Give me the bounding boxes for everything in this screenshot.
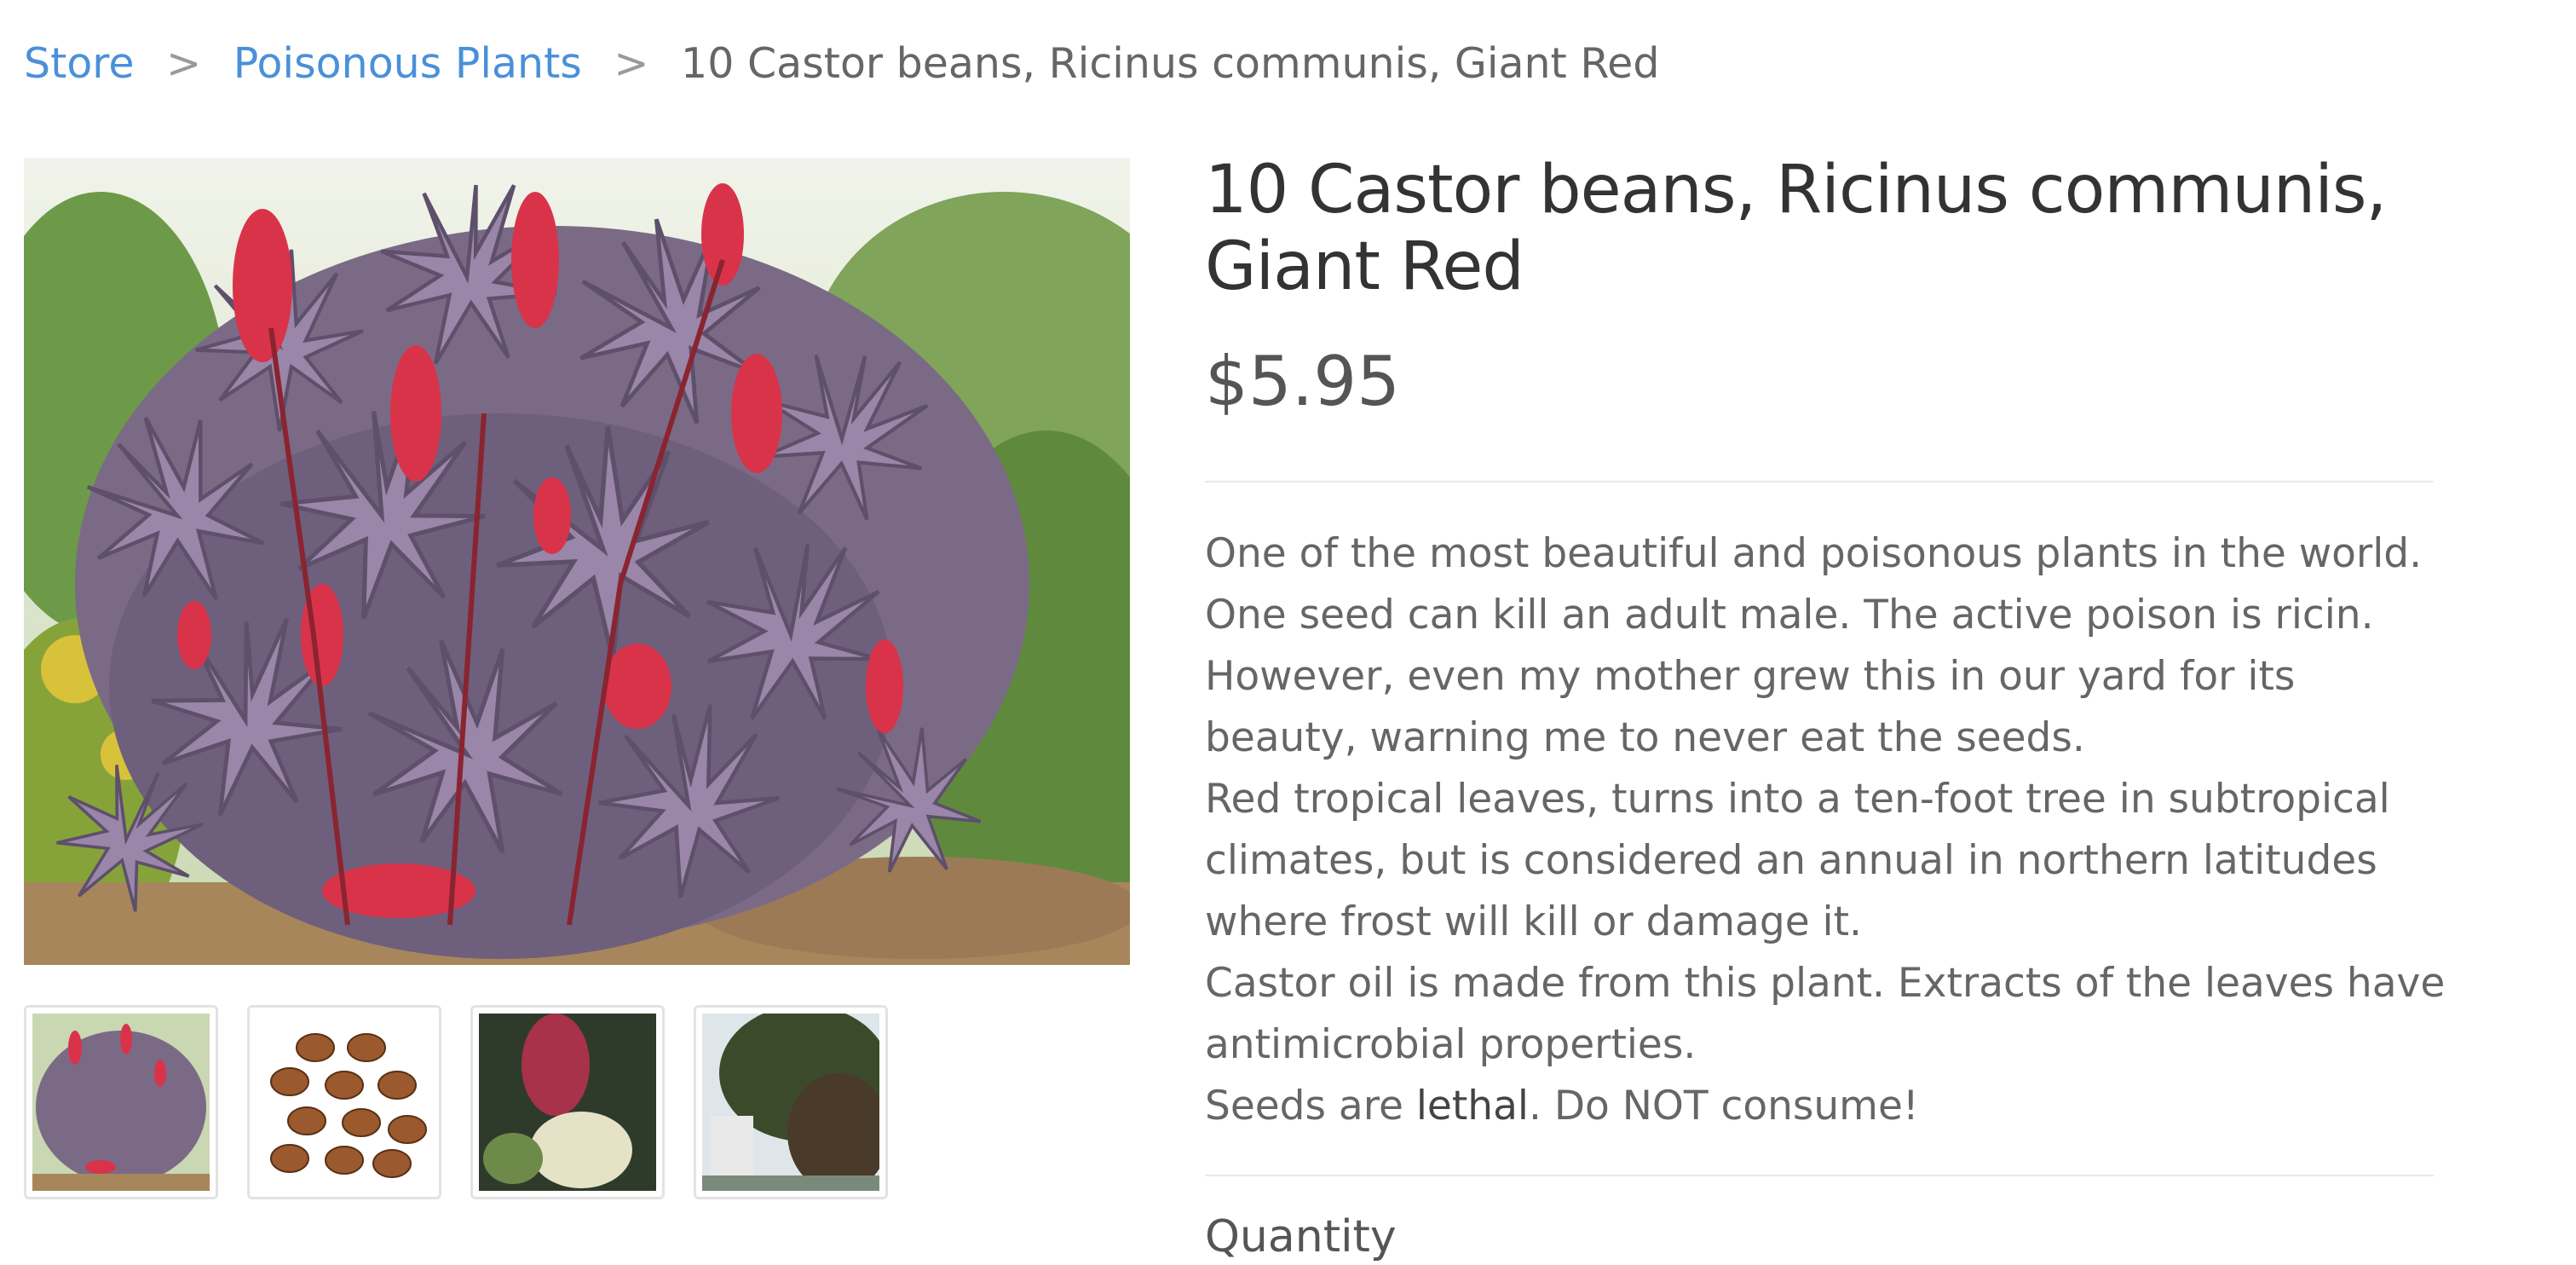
product-main-image[interactable] xyxy=(24,158,1130,965)
quantity-label: Quantity xyxy=(1205,1211,1397,1262)
description-paragraph: Castor oil is made from this plant. Extr… xyxy=(1205,960,2446,1068)
breadcrumb-link-store[interactable]: Store xyxy=(24,39,135,88)
warning-emphasis: lethal xyxy=(1415,1083,1529,1129)
thumbnail-4[interactable] xyxy=(694,1005,888,1199)
product-price: $5.95 xyxy=(1205,342,1401,421)
divider xyxy=(1205,1175,2434,1176)
warning-text: Seeds are xyxy=(1205,1083,1416,1129)
breadcrumb-separator-icon: > xyxy=(614,39,649,88)
warning-text: . Do NOT consume! xyxy=(1528,1083,1919,1129)
breadcrumb: Store > Poisonous Plants > 10 Castor bea… xyxy=(24,36,1659,92)
product-title: 10 Castor beans, Ricinus communis, Giant… xyxy=(1205,152,2387,305)
divider xyxy=(1205,481,2434,482)
breadcrumb-separator-icon: > xyxy=(166,39,202,88)
description-paragraph: Red tropical leaves, turns into a ten-fo… xyxy=(1205,776,2390,945)
description-paragraph: One of the most beautiful and poisonous … xyxy=(1205,530,2423,761)
breadcrumb-link-poisonous-plants[interactable]: Poisonous Plants xyxy=(233,39,582,88)
thumbnail-2[interactable] xyxy=(247,1005,441,1199)
thumbnail-3[interactable] xyxy=(470,1005,665,1199)
product-description: One of the most beautiful and poisonous … xyxy=(1205,523,2449,1137)
breadcrumb-current: 10 Castor beans, Ricinus communis, Giant… xyxy=(681,39,1660,88)
description-paragraph: Seeds are lethal. Do NOT consume! xyxy=(1205,1076,2449,1137)
thumbnail-1[interactable] xyxy=(24,1005,218,1199)
